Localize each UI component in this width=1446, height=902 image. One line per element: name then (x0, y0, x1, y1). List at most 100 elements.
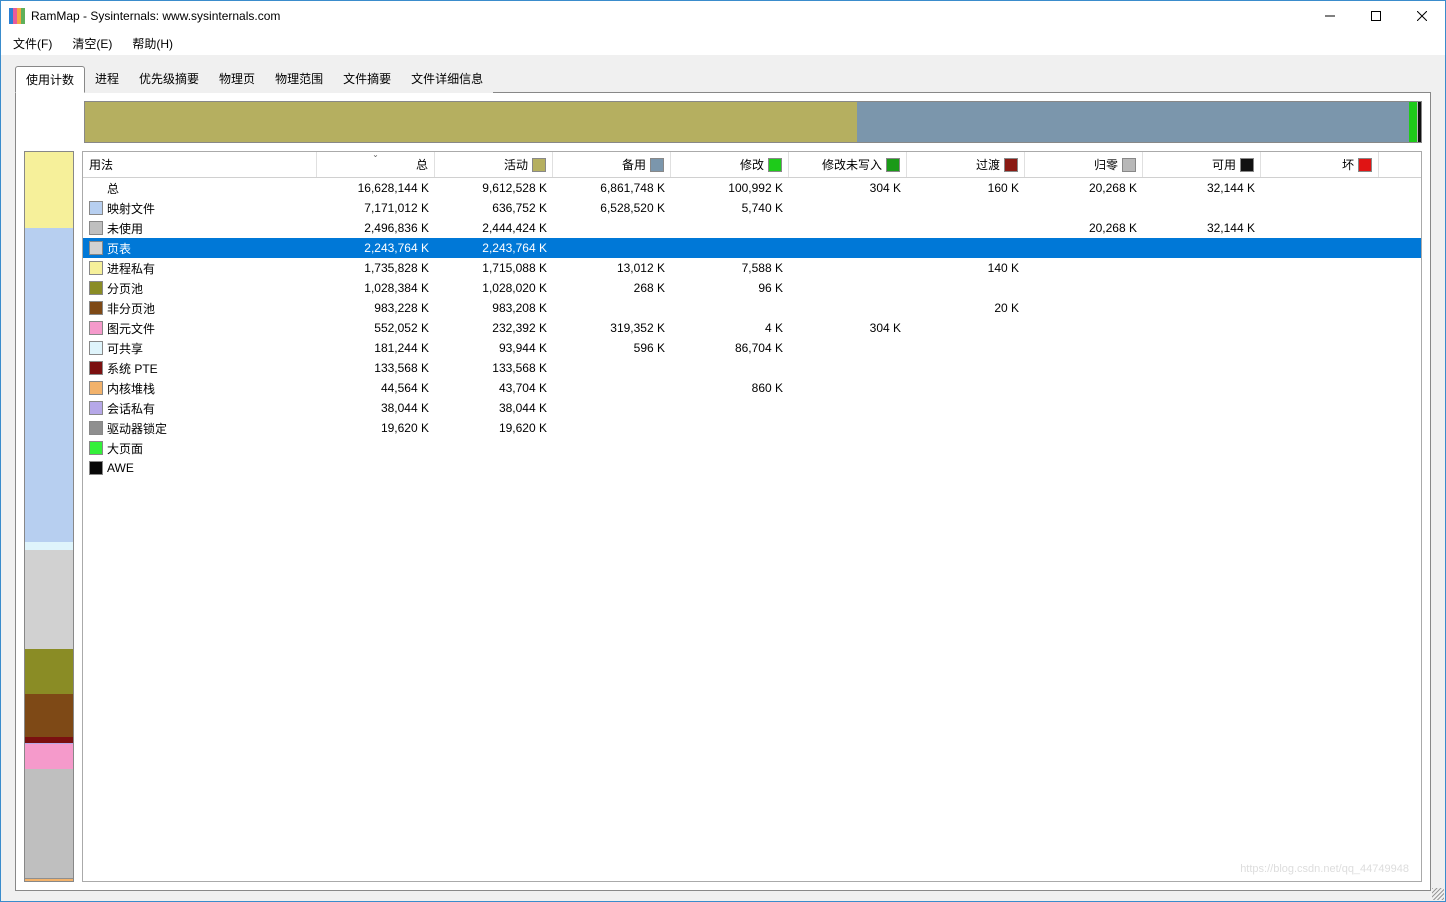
modified-nowrite-swatch-icon (886, 158, 900, 172)
row-label: 系统 PTE (107, 360, 158, 377)
cell-zeroed: 20,268 K (1025, 221, 1143, 235)
table-row[interactable]: 会话私有38,044 K38,044 K (83, 398, 1421, 418)
free-swatch-icon (1240, 158, 1254, 172)
awe-swatch-icon (89, 461, 103, 475)
metafile-swatch-icon (89, 321, 103, 335)
row-label: AWE (107, 461, 134, 475)
tab-processes[interactable]: 进程 (85, 66, 129, 93)
cell-active: 133,568 K (435, 361, 553, 375)
cell-active: 636,752 K (435, 201, 553, 215)
menubar: 文件(F) 清空(E) 帮助(H) (1, 31, 1445, 55)
cell-modified: 96 K (671, 281, 789, 295)
tab-physical-pages[interactable]: 物理页 (209, 66, 265, 93)
table-row[interactable]: 驱动器锁定19,620 K19,620 K (83, 418, 1421, 438)
table-row[interactable]: 大页面 (83, 438, 1421, 458)
modified-swatch-icon (768, 158, 782, 172)
table-row[interactable]: 内核堆栈44,564 K43,704 K860 K (83, 378, 1421, 398)
table-row[interactable]: 页表2,243,764 K2,243,764 K (83, 238, 1421, 258)
cell-free: 32,144 K (1143, 181, 1261, 195)
cell-modified: 860 K (671, 381, 789, 395)
cell-modified_nowrite: 304 K (789, 321, 907, 335)
standby-swatch-icon (650, 158, 664, 172)
usage-horizontal-bar (84, 101, 1422, 143)
vbar-seg-shareable (25, 542, 73, 550)
table-row[interactable]: 图元文件552,052 K232,392 K319,352 K4 K304 K (83, 318, 1421, 338)
cell-total: 38,044 K (317, 401, 435, 415)
mapped_file-swatch-icon (89, 201, 103, 215)
col-modified[interactable]: 修改 (671, 152, 789, 177)
minimize-button[interactable] (1307, 1, 1353, 31)
row-label: 未使用 (107, 220, 143, 237)
row-label: 非分页池 (107, 300, 155, 317)
row-label: 大页面 (107, 440, 143, 457)
cell-transition: 160 K (907, 181, 1025, 195)
col-free[interactable]: 可用 (1143, 152, 1261, 177)
vbar-seg-mapped_file (25, 228, 73, 542)
cell-modified: 7,588 K (671, 261, 789, 275)
table-row[interactable]: 非分页池983,228 K983,208 K20 K (83, 298, 1421, 318)
cell-active: 983,208 K (435, 301, 553, 315)
table-row[interactable]: 进程私有1,735,828 K1,715,088 K13,012 K7,588 … (83, 258, 1421, 278)
cell-total: 7,171,012 K (317, 201, 435, 215)
column-headers: 用法 ⌄总 活动 备用 修改 修改未写入 过渡 归零 可用 坏 (83, 152, 1421, 178)
cell-total: 552,052 K (317, 321, 435, 335)
cell-modified: 100,992 K (671, 181, 789, 195)
resize-grip-icon[interactable] (1432, 888, 1444, 900)
row-label: 驱动器锁定 (107, 420, 167, 437)
table-row[interactable]: 总16,628,144 K9,612,528 K6,861,748 K100,9… (83, 178, 1421, 198)
row-label: 分页池 (107, 280, 143, 297)
cell-active: 9,612,528 K (435, 181, 553, 195)
tab-physical-ranges[interactable]: 物理范围 (265, 66, 333, 93)
cell-standby: 596 K (553, 341, 671, 355)
cell-active: 93,944 K (435, 341, 553, 355)
col-zeroed[interactable]: 归零 (1025, 152, 1143, 177)
col-modified-nowrite[interactable]: 修改未写入 (789, 152, 907, 177)
col-transition[interactable]: 过渡 (907, 152, 1025, 177)
vbar-seg-kernel_stack (25, 879, 73, 881)
cell-transition: 140 K (907, 261, 1025, 275)
close-button[interactable] (1399, 1, 1445, 31)
cell-active: 43,704 K (435, 381, 553, 395)
col-total[interactable]: ⌄总 (317, 152, 435, 177)
vbar-seg-unused (25, 769, 73, 878)
cell-standby: 6,528,520 K (553, 201, 671, 215)
col-bad[interactable]: 坏 (1261, 152, 1379, 177)
col-active[interactable]: 活动 (435, 152, 553, 177)
col-standby[interactable]: 备用 (553, 152, 671, 177)
row-label: 会话私有 (107, 400, 155, 417)
menu-help[interactable]: 帮助(H) (124, 33, 181, 54)
cell-total: 19,620 K (317, 421, 435, 435)
menu-file[interactable]: 文件(F) (5, 33, 60, 54)
tab-file-details[interactable]: 文件详细信息 (401, 66, 493, 93)
table-row[interactable]: 可共享181,244 K93,944 K596 K86,704 K (83, 338, 1421, 358)
vbar-seg-process_private (25, 152, 73, 228)
cell-active: 1,715,088 K (435, 261, 553, 275)
table-row[interactable]: 映射文件7,171,012 K636,752 K6,528,520 K5,740… (83, 198, 1421, 218)
cell-total: 2,496,836 K (317, 221, 435, 235)
transition-swatch-icon (1004, 158, 1018, 172)
row-label: 进程私有 (107, 260, 155, 277)
vbar-seg-nonpaged_pool (25, 694, 73, 737)
titlebar[interactable]: RamMap - Sysinternals: www.sysinternals.… (1, 1, 1445, 31)
cell-active: 2,444,424 K (435, 221, 553, 235)
data-rows: 总16,628,144 K9,612,528 K6,861,748 K100,9… (83, 178, 1421, 881)
tab-file-summary[interactable]: 文件摘要 (333, 66, 401, 93)
use-counts-list[interactable]: 用法 ⌄总 活动 备用 修改 修改未写入 过渡 归零 可用 坏 总16,628,… (82, 151, 1422, 882)
tab-priority-summary[interactable]: 优先级摘要 (129, 66, 209, 93)
table-row[interactable]: 系统 PTE133,568 K133,568 K (83, 358, 1421, 378)
cell-total: 16,628,144 K (317, 181, 435, 195)
sort-caret-icon: ⌄ (372, 151, 379, 159)
maximize-button[interactable] (1353, 1, 1399, 31)
table-row[interactable]: 未使用2,496,836 K2,444,424 K20,268 K32,144 … (83, 218, 1421, 238)
table-row[interactable]: AWE (83, 458, 1421, 478)
watermark-text: https://blog.csdn.net/qq_44749948 (1240, 863, 1409, 875)
unused-swatch-icon (89, 221, 103, 235)
tab-panel: 用法 ⌄总 活动 备用 修改 修改未写入 过渡 归零 可用 坏 总16,628,… (15, 92, 1431, 891)
menu-empty[interactable]: 清空(E) (64, 33, 120, 54)
active-swatch-icon (532, 158, 546, 172)
row-label: 映射文件 (107, 200, 155, 217)
page_table-swatch-icon (89, 241, 103, 255)
col-usage[interactable]: 用法 (83, 152, 317, 177)
tab-use-counts[interactable]: 使用计数 (15, 66, 85, 93)
table-row[interactable]: 分页池1,028,384 K1,028,020 K268 K96 K (83, 278, 1421, 298)
